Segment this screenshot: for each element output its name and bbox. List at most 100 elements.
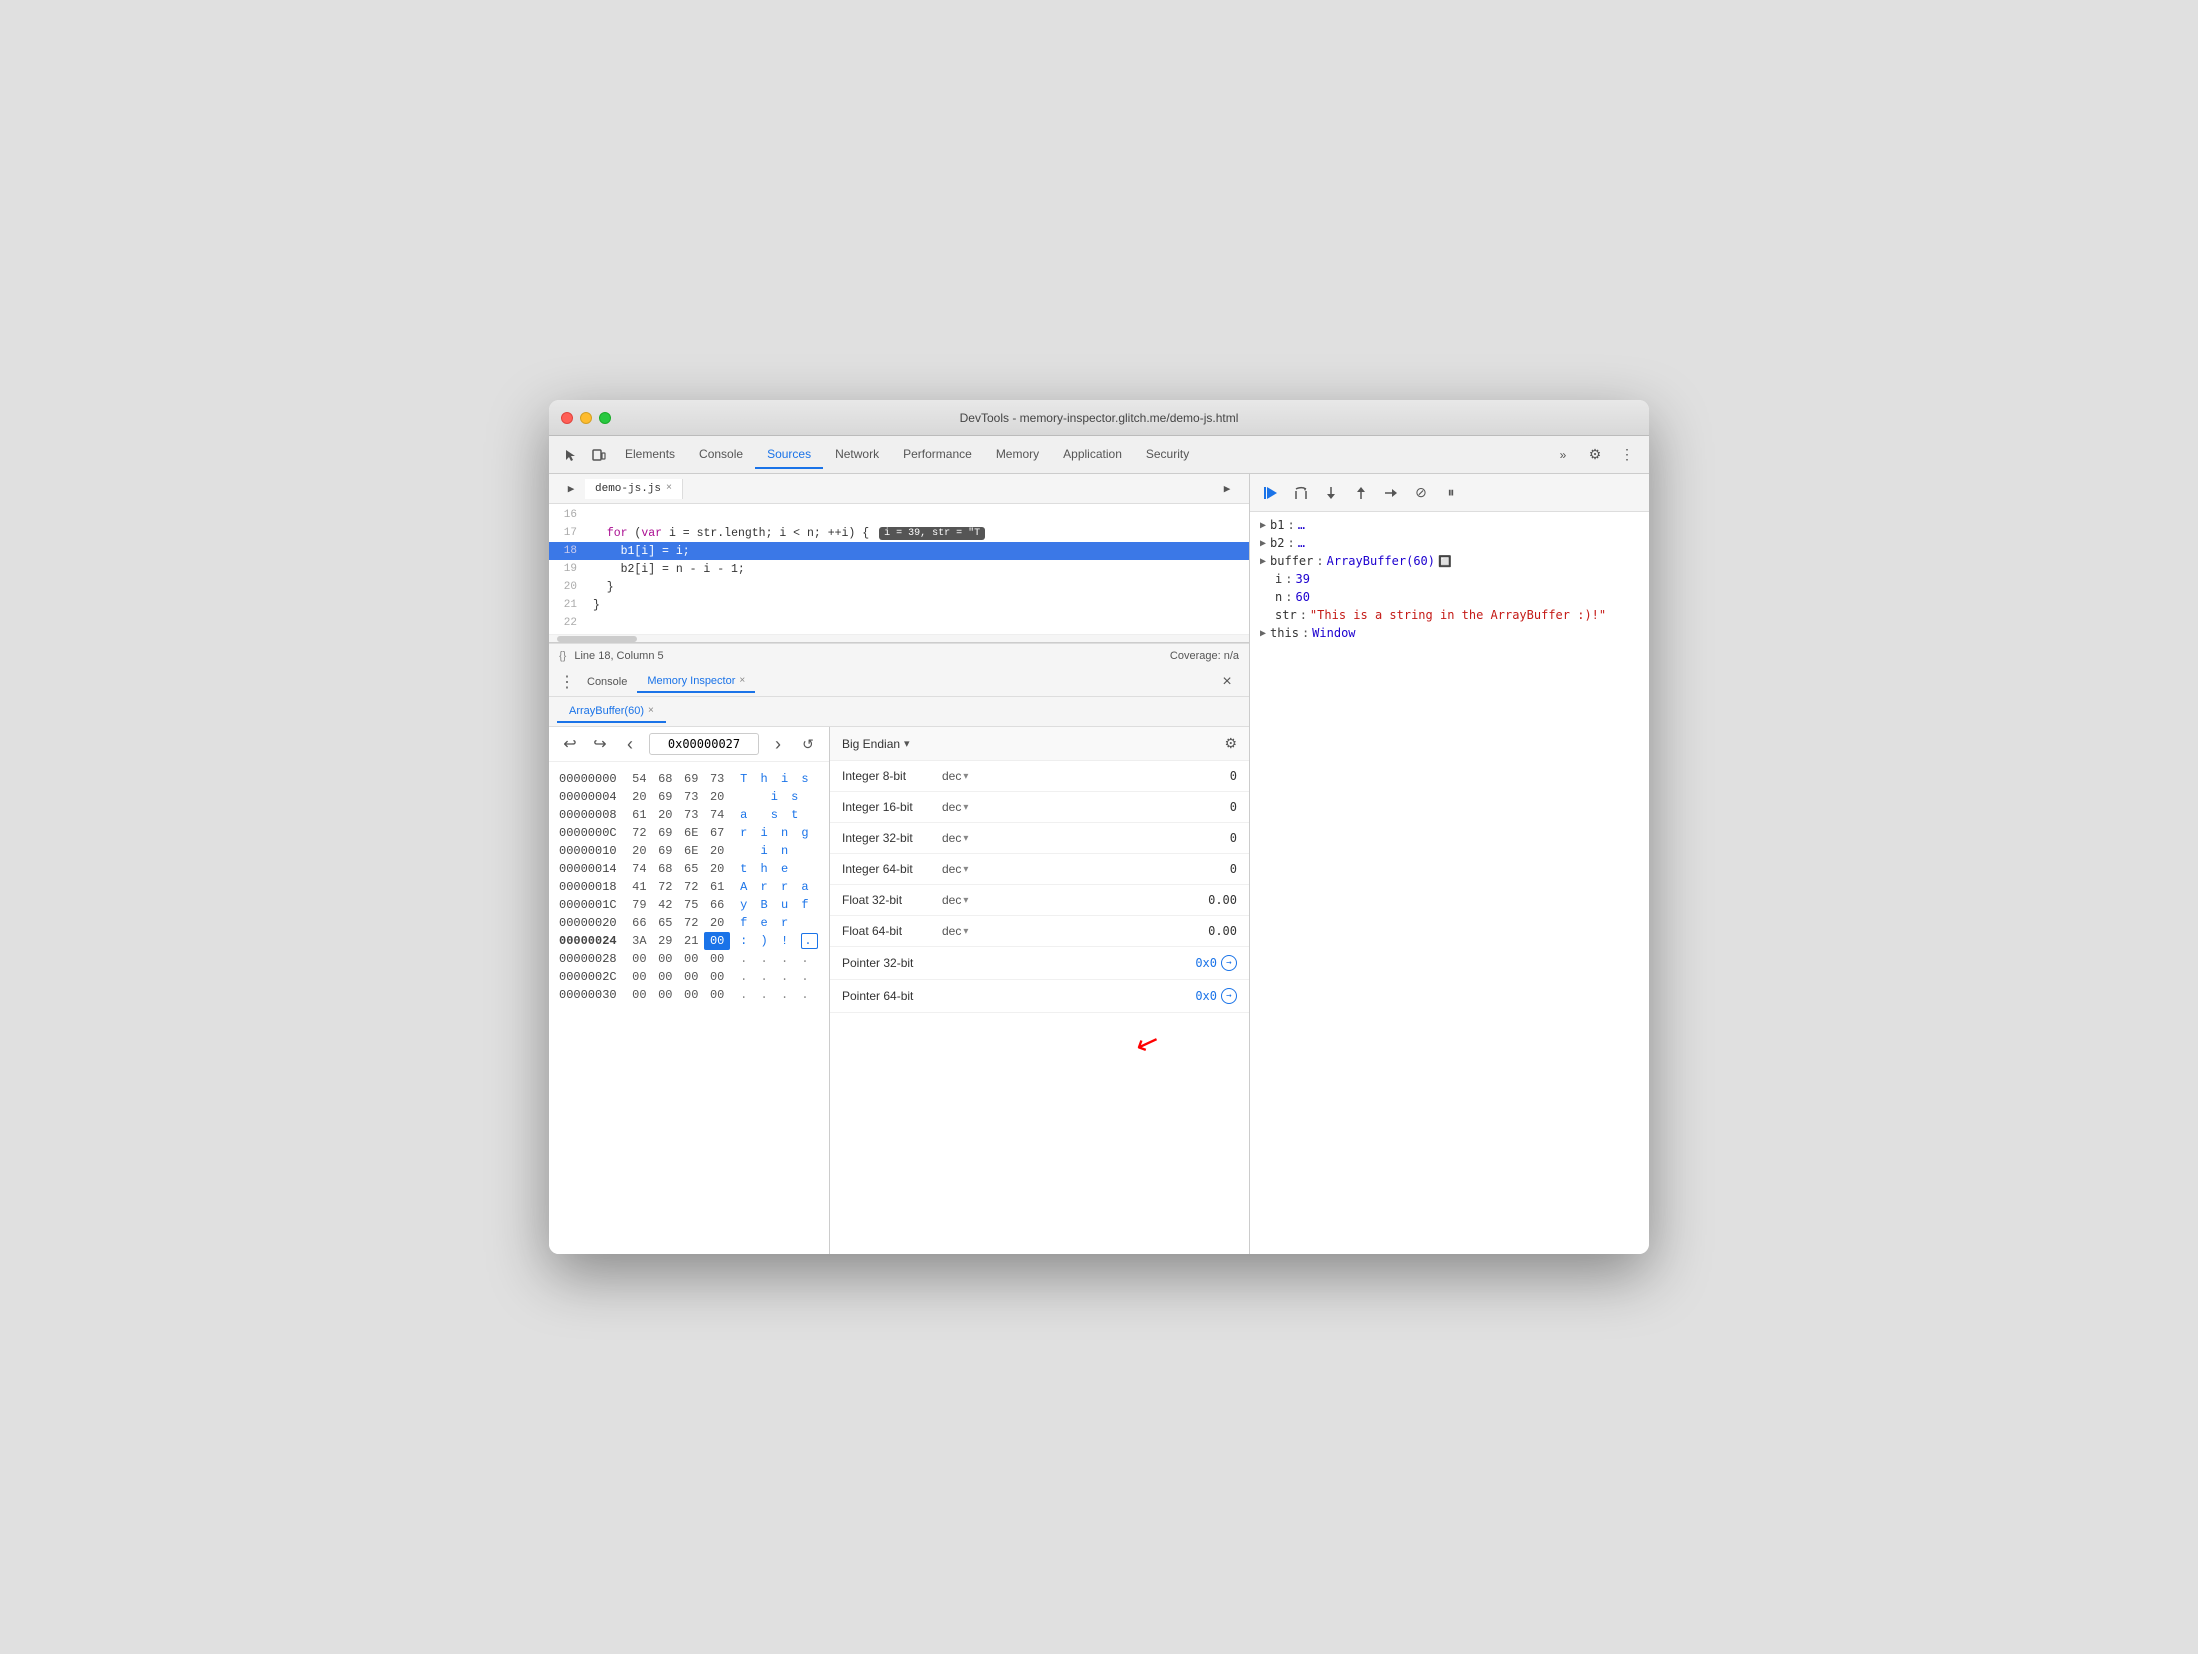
di-format-float64[interactable]: dec ▾ (942, 924, 982, 938)
hex-byte[interactable]: 73 (678, 806, 704, 824)
format-icon[interactable]: ▶ (1213, 475, 1241, 503)
tab-elements[interactable]: Elements (613, 441, 687, 469)
hex-byte[interactable]: 61 (704, 878, 730, 896)
file-tab-demo-js[interactable]: demo-js.js × (585, 479, 683, 499)
tab-memory-inspector[interactable]: Memory Inspector × (637, 671, 755, 693)
arraybuffer-subtab-close[interactable]: × (648, 705, 654, 716)
hex-byte[interactable]: 72 (652, 878, 678, 896)
arraybuffer-icon[interactable]: 🔲 (1438, 555, 1452, 568)
step-over-btn[interactable] (1288, 480, 1314, 506)
hex-byte[interactable]: 73 (704, 770, 730, 788)
hex-byte[interactable]: 00 (652, 950, 678, 968)
ptr32-navigate-icon[interactable]: → (1221, 955, 1237, 971)
step-btn[interactable] (1378, 480, 1404, 506)
scope-item-buffer[interactable]: ▶ buffer : ArrayBuffer(60) 🔲 (1250, 552, 1649, 570)
hex-byte[interactable]: 20 (652, 806, 678, 824)
hex-byte[interactable]: 72 (678, 878, 704, 896)
hex-byte[interactable]: 67 (704, 824, 730, 842)
hex-byte[interactable]: 68 (652, 860, 678, 878)
hex-byte[interactable]: 20 (704, 788, 730, 806)
ptr64-navigate-icon[interactable]: → (1221, 988, 1237, 1004)
tab-options-icon[interactable]: ⋮ (557, 672, 577, 692)
hex-byte[interactable]: 6E (678, 824, 704, 842)
hex-byte[interactable]: 20 (704, 860, 730, 878)
hex-byte[interactable]: 73 (678, 788, 704, 806)
hex-byte[interactable]: 72 (626, 824, 652, 842)
di-format-int16[interactable]: dec ▾ (942, 800, 982, 814)
tab-application[interactable]: Application (1051, 441, 1134, 469)
hex-byte[interactable]: 6E (678, 842, 704, 860)
hex-byte[interactable]: 65 (678, 860, 704, 878)
hex-byte[interactable]: 74 (704, 806, 730, 824)
step-into-btn[interactable] (1318, 480, 1344, 506)
hex-refresh-btn[interactable]: ↺ (797, 733, 819, 755)
hex-byte[interactable]: 00 (678, 950, 704, 968)
tab-security[interactable]: Security (1134, 441, 1201, 469)
resume-btn[interactable] (1258, 480, 1284, 506)
hex-byte[interactable]: 72 (678, 914, 704, 932)
di-format-float32[interactable]: dec ▾ (942, 893, 982, 907)
hex-byte[interactable]: 20 (704, 914, 730, 932)
tab-memory-inspector-close[interactable]: × (739, 675, 745, 686)
close-button[interactable] (561, 412, 573, 424)
di-format-int8[interactable]: dec ▾ (942, 769, 982, 783)
hex-byte[interactable]: 00 (652, 968, 678, 986)
data-inspector-settings-icon[interactable]: ⚙ (1224, 735, 1237, 752)
run-icon[interactable]: ▶ (557, 475, 585, 503)
di-format-int32[interactable]: dec ▾ (942, 831, 982, 845)
hex-byte[interactable]: 00 (704, 986, 730, 1004)
bottom-panel-close[interactable]: × (1213, 668, 1241, 696)
hex-byte[interactable]: 69 (678, 770, 704, 788)
hex-back-btn[interactable]: ‹ (619, 733, 641, 755)
tab-memory[interactable]: Memory (984, 441, 1051, 469)
di-format-int64[interactable]: dec ▾ (942, 862, 982, 876)
hex-byte[interactable]: 66 (704, 896, 730, 914)
scope-item-b1[interactable]: ▶ b1 : … (1250, 516, 1649, 534)
arraybuffer-subtab[interactable]: ArrayBuffer(60) × (557, 701, 666, 723)
endian-selector[interactable]: Big Endian ▾ (842, 737, 910, 751)
deactivate-btn[interactable]: ⊘ (1408, 480, 1434, 506)
hex-byte[interactable]: 54 (626, 770, 652, 788)
tab-sources[interactable]: Sources (755, 441, 823, 469)
hex-byte[interactable]: 00 (626, 986, 652, 1004)
hex-byte[interactable]: 29 (652, 932, 678, 950)
hex-byte[interactable]: 00 (704, 950, 730, 968)
step-out-btn[interactable] (1348, 480, 1374, 506)
ptr32-value[interactable]: 0x0 → (1195, 955, 1237, 971)
hex-byte[interactable]: 00 (704, 968, 730, 986)
hex-byte[interactable]: 00 (626, 968, 652, 986)
hex-byte[interactable]: 20 (626, 788, 652, 806)
hex-forward-btn[interactable]: › (767, 733, 789, 755)
tab-console[interactable]: Console (687, 441, 755, 469)
tab-performance[interactable]: Performance (891, 441, 984, 469)
hex-byte[interactable]: 00 (678, 968, 704, 986)
pause-exceptions-btn[interactable]: ⏸ (1438, 480, 1464, 506)
hex-undo-btn[interactable]: ↩ (559, 733, 581, 755)
settings-icon[interactable]: ⚙ (1581, 441, 1609, 469)
file-tab-close[interactable]: × (666, 483, 672, 494)
tab-network[interactable]: Network (823, 441, 891, 469)
hex-byte[interactable]: 61 (626, 806, 652, 824)
hex-byte[interactable]: 66 (626, 914, 652, 932)
hex-byte[interactable]: 20 (704, 842, 730, 860)
hex-byte[interactable]: 65 (652, 914, 678, 932)
hex-byte[interactable]: 3A (626, 932, 652, 950)
hex-byte[interactable]: 69 (652, 842, 678, 860)
hex-byte[interactable]: 68 (652, 770, 678, 788)
hex-byte[interactable]: 69 (652, 824, 678, 842)
menu-icon[interactable]: ⋮ (1613, 441, 1641, 469)
maximize-button[interactable] (599, 412, 611, 424)
hex-address-input[interactable] (649, 733, 759, 755)
hex-byte[interactable]: 74 (626, 860, 652, 878)
hex-byte[interactable]: 21 (678, 932, 704, 950)
code-scrollbar[interactable] (549, 634, 1249, 642)
minimize-button[interactable] (580, 412, 592, 424)
close-bottom-panel-icon[interactable]: × (1213, 668, 1241, 696)
hex-byte[interactable]: 20 (626, 842, 652, 860)
hex-byte[interactable]: 00 (678, 986, 704, 1004)
code-scrollbar-thumb[interactable] (557, 636, 637, 642)
hex-byte[interactable]: 00 (626, 950, 652, 968)
hex-byte[interactable]: 00 (652, 986, 678, 1004)
cursor-icon[interactable] (557, 441, 585, 469)
hex-byte[interactable]: 75 (678, 896, 704, 914)
